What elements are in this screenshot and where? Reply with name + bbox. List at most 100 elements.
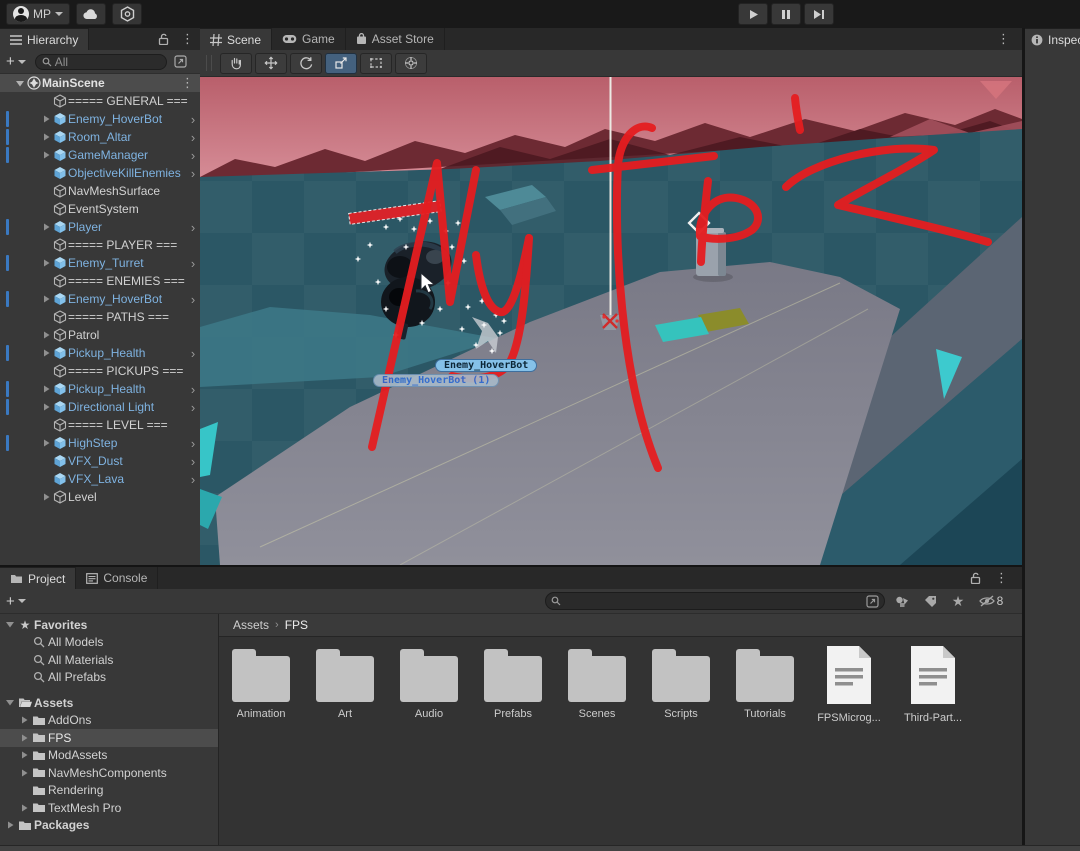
hierarchy-item[interactable]: EventSystem [0,200,200,218]
asset-prefabs[interactable]: Prefabs [481,644,545,724]
add-object-button[interactable]: + [6,53,15,70]
hierarchy-item[interactable]: ObjectiveKillEnemies › [0,164,200,182]
project-tree-item-modassets[interactable]: ModAssets [0,747,218,765]
expander-closed-icon[interactable] [43,259,50,267]
tab-project[interactable]: Project [0,567,77,589]
add-object-dropdown-icon[interactable] [17,59,26,64]
panel-splitter[interactable] [1022,28,1025,851]
expander-closed-icon[interactable] [21,734,28,742]
tab-game[interactable]: Game [272,28,346,50]
project-tree-item-fps[interactable]: FPS [0,729,218,747]
expander-closed-icon[interactable] [43,115,50,123]
prefab-open-arrow[interactable]: › [186,400,200,415]
asset-third-part-[interactable]: Third-Part... [901,644,965,724]
prefab-open-arrow[interactable]: › [186,292,200,307]
account-button[interactable]: MP [6,3,70,25]
expander-closed-icon[interactable] [7,821,14,829]
expander-closed-icon[interactable] [21,751,28,759]
project-tree-item-textmesh-pro[interactable]: TextMesh Pro [0,799,218,817]
object-label-enemy-hoverbot-1[interactable]: Enemy_HoverBot (1) [373,374,500,387]
project-tree-item-addons[interactable]: AddOns [0,712,218,730]
play-button[interactable] [738,3,768,25]
tab-scene[interactable]: Scene [200,28,273,50]
tab-console[interactable]: Console [76,567,159,589]
project-tree-item-assets[interactable]: Assets [0,694,218,712]
prefab-open-arrow[interactable]: › [186,346,200,361]
asset-animation[interactable]: Animation [229,644,293,724]
expander-closed-icon[interactable] [43,151,50,159]
rotate-tool-button[interactable] [290,52,322,74]
expander-closed-icon[interactable] [43,493,50,501]
tab-asset-store[interactable]: Asset Store [346,28,445,50]
hierarchy-item[interactable]: ===== PLAYER === [0,236,200,254]
prefab-open-arrow[interactable]: › [186,436,200,451]
breadcrumb-assets[interactable]: Assets [233,618,269,632]
prefab-open-arrow[interactable]: › [186,112,200,127]
expander-closed-icon[interactable] [21,804,28,812]
hierarchy-item[interactable]: Player › [0,218,200,236]
kebab-menu-icon[interactable]: ⋮ [995,570,1008,586]
tab-inspector[interactable]: Inspector [1025,28,1080,50]
expander-open-icon[interactable] [6,699,14,706]
project-tree-item-packages[interactable]: Packages [0,817,218,835]
hierarchy-search-input[interactable]: All [34,53,167,70]
hierarchy-item[interactable]: Directional Light › [0,398,200,416]
asset-scenes[interactable]: Scenes [565,644,629,724]
prefab-open-arrow[interactable]: › [186,148,200,163]
breadcrumb-fps[interactable]: FPS [285,618,308,632]
search-jump-icon[interactable] [169,52,193,71]
asset-tutorials[interactable]: Tutorials [733,644,797,724]
asset-art[interactable]: Art [313,644,377,724]
search-by-type-icon[interactable] [890,592,914,611]
hierarchy-item[interactable]: GameManager › [0,146,200,164]
project-tree-item-all-materials[interactable]: All Materials [0,651,218,669]
asset-fpsmicrog-[interactable]: FPSMicrog... [817,644,881,724]
hierarchy-item[interactable]: Enemy_HoverBot › [0,290,200,308]
project-tree-item-navmeshcomponents[interactable]: NavMeshComponents [0,764,218,782]
search-jump-icon[interactable] [866,594,879,608]
project-search-input[interactable] [545,592,885,610]
expander-closed-icon[interactable] [43,403,50,411]
search-by-label-icon[interactable] [918,592,942,611]
expander-open-icon[interactable] [16,80,24,87]
project-tree-item-rendering[interactable]: Rendering [0,782,218,800]
hierarchy-item[interactable]: Pickup_Health › [0,344,200,362]
favorites-star-icon[interactable]: ★ [946,592,970,611]
hierarchy-item[interactable]: VFX_Dust › [0,452,200,470]
prefab-open-arrow[interactable]: › [186,220,200,235]
scale-tool-button[interactable] [325,52,357,74]
asset-scripts[interactable]: Scripts [649,644,713,724]
rect-tool-button[interactable] [360,52,392,74]
hierarchy-item[interactable]: Enemy_HoverBot › [0,110,200,128]
tab-hierarchy[interactable]: Hierarchy [0,28,90,50]
expander-closed-icon[interactable] [43,349,50,357]
hierarchy-root-row[interactable]: MainScene ⋮ [0,74,200,92]
hand-tool-button[interactable] [220,52,252,74]
prefab-open-arrow[interactable]: › [186,382,200,397]
hierarchy-item[interactable]: ===== PATHS === [0,308,200,326]
scene-viewport[interactable]: Enemy_HoverBot Enemy_HoverBot (1) [200,77,1022,565]
hierarchy-item[interactable]: ===== ENEMIES === [0,272,200,290]
expander-closed-icon[interactable] [21,716,28,724]
prefab-open-arrow[interactable]: › [186,130,200,145]
transform-tool-button[interactable] [395,52,427,74]
project-tree-item-all-models[interactable]: All Models [0,634,218,652]
prefab-open-arrow[interactable]: › [186,472,200,487]
hierarchy-item[interactable]: Room_Altar › [0,128,200,146]
hierarchy-item[interactable]: Enemy_Turret › [0,254,200,272]
prefab-open-arrow[interactable]: › [186,454,200,469]
expander-closed-icon[interactable] [43,385,50,393]
scene-kebab-icon[interactable]: ⋮ [181,75,194,91]
add-asset-dropdown-icon[interactable] [17,599,26,603]
expander-closed-icon[interactable] [43,223,50,231]
expander-closed-icon[interactable] [43,331,50,339]
asset-audio[interactable]: Audio [397,644,461,724]
cloud-services-button[interactable] [76,3,106,25]
expander-open-icon[interactable] [6,621,14,628]
hierarchy-item[interactable]: VFX_Lava › [0,470,200,488]
step-button[interactable] [804,3,834,25]
move-tool-button[interactable] [255,52,287,74]
hierarchy-item[interactable]: ===== GENERAL === [0,92,200,110]
kebab-menu-icon[interactable]: ⋮ [997,31,1010,47]
expander-closed-icon[interactable] [43,439,50,447]
